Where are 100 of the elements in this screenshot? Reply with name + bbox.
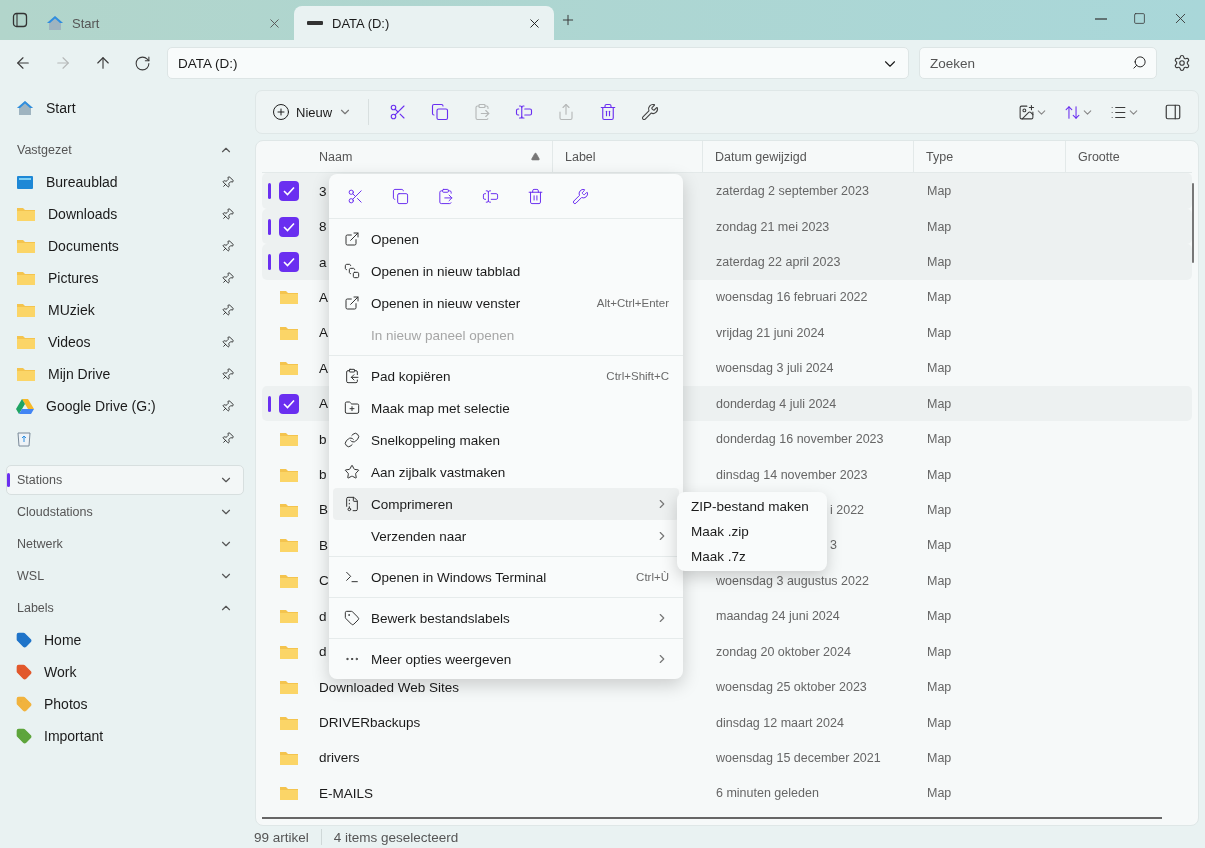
sidebar-section-header[interactable]: WSL [6,561,244,591]
table-cell: Map [927,503,952,517]
menu-item[interactable]: Verzenden naar [333,520,679,552]
table-cell: drivers [319,750,360,766]
table-cell: A [319,325,328,341]
table-cell: DRIVERbackups [319,715,421,730]
table-cell: A [319,360,328,376]
sidebar-section-header[interactable]: Stations [6,465,244,495]
table-cell: dinsdag 14 november 2023 [716,467,868,482]
table-cell: 3 [830,538,837,553]
table-cell: Map [927,325,952,340]
copy-icon [431,103,450,121]
menu-item[interactable]: Snelkoppeling maken [333,424,679,456]
table-cell: Map [927,538,952,553]
table-cell: Map [927,644,952,659]
column-header[interactable]: Label [552,141,702,173]
sidebar-item[interactable]: Pictures [6,262,244,294]
sidebar-section-header[interactable]: Cloudstations [6,497,244,527]
sidebar-item[interactable]: Documents [6,230,244,262]
tab[interactable]: Start [34,6,294,40]
tabs-icon [12,12,28,28]
menu-item[interactable]: Openen in Windows Terminal Ctrl+Ù [333,561,679,593]
table-cell: woensdag 3 juli 2024 [716,361,834,376]
checkbox[interactable] [279,181,299,202]
sidebar-item[interactable]: Videos [6,326,244,358]
scrollbar[interactable] [1192,183,1194,263]
table-cell: Map [927,467,952,482]
recycle-bin-icon [16,429,32,447]
table-cell: zondag 21 mei 2023 [716,219,830,234]
sidebar-item[interactable]: Downloads [6,198,244,230]
table-cell: Map [927,290,952,305]
column-header[interactable]: Grootte [1065,141,1192,173]
paste-icon [473,103,492,121]
selection-bar [268,183,271,200]
sidebar-item[interactable]: Mijn Drive [6,358,244,390]
checkbox[interactable] [279,252,299,273]
table-cell: maandag 24 juni 2024 [716,609,840,624]
image-icon [1018,103,1035,121]
menu-item[interactable]: Bewerk bestandslabels [333,602,679,634]
sidebar-item[interactable]: Bureaublad [6,166,244,198]
sidebar-item[interactable]: Work [6,656,244,688]
drive-icon [306,19,324,27]
table-cell: Map [927,609,952,624]
sort-icon [1064,103,1081,121]
new-tab-icon [344,263,360,279]
home-icon [46,15,64,31]
sidebar-section-header[interactable]: Labels [6,593,244,623]
table-cell: E-MAILS [319,785,373,801]
rename-icon [515,103,534,121]
table-cell: Map [927,715,952,730]
menu-item[interactable]: Aan zijbalk vastmaken [333,456,679,488]
table-cell: Map [927,255,952,270]
terminal-icon [344,569,360,585]
menu-item[interactable]: Meer opties weergeven [333,643,679,675]
table-cell: woensdag 3 augustus 2022 [716,573,869,588]
checkbox[interactable] [279,393,299,414]
tab[interactable]: DATA (D:) [294,6,554,40]
sidebar-item[interactable]: MUziek [6,294,244,326]
sidebar-item[interactable]: Start [6,90,244,126]
table-cell: d [319,644,327,660]
table-cell: d [319,608,327,624]
table-cell: Map [927,750,952,765]
new-window-icon [344,295,360,311]
scrollbar[interactable] [262,817,1162,820]
new-button[interactable]: Nieuw [266,99,359,125]
sidebar-item[interactable]: Important [6,720,244,752]
column-header[interactable]: Naam [319,141,552,173]
search-field[interactable]: Zoeken [919,47,1157,79]
sidebar-item[interactable]: Photos [6,688,244,720]
menu-item[interactable]: Pad kopiëren Ctrl+Shift+C [333,360,679,392]
table-cell: Map [927,396,952,411]
menu-item[interactable]: Maak .zip [681,519,823,544]
menu-item[interactable]: Openen in nieuw tabblad [333,255,679,287]
folder-icon [16,334,36,350]
table-cell: B [319,537,328,553]
table-cell: i 2022 [830,503,865,517]
settings-icon [1173,54,1191,72]
sidebar-item[interactable]: Google Drive (G:) [6,390,244,422]
table-cell: zaterdag 2 september 2023 [716,184,869,199]
open-icon [344,231,360,247]
home-icon [16,100,34,116]
checkbox[interactable] [279,216,299,237]
column-header[interactable]: Datum gewijzigd [702,141,913,173]
menu-item[interactable]: Maak .7z [681,544,823,569]
sidebar-section-header[interactable]: Vastgezet [6,135,244,165]
sidebar-section-header[interactable]: Netwerk [6,529,244,559]
menu-item[interactable]: Comprimeren [333,488,679,520]
column-header[interactable]: Type [913,141,1065,173]
arrow-right-icon [54,54,72,72]
table-cell: dinsdag 12 maart 2024 [716,715,844,730]
menu-item[interactable]: ZIP-bestand maken [681,494,823,519]
menu-item[interactable]: Openen [333,223,679,255]
address-field[interactable]: DATA (D:) [167,47,909,79]
table-cell: Map [927,184,952,199]
menu-item[interactable]: Openen in nieuw venster Alt+Ctrl+Enter [333,287,679,319]
plus-circle-icon [272,103,290,121]
menu-item[interactable]: Maak map met selectie [333,392,679,424]
selection-bar [268,218,271,235]
sidebar-item[interactable]: Home [6,624,244,656]
table-cell: woensdag 25 oktober 2023 [716,680,867,695]
